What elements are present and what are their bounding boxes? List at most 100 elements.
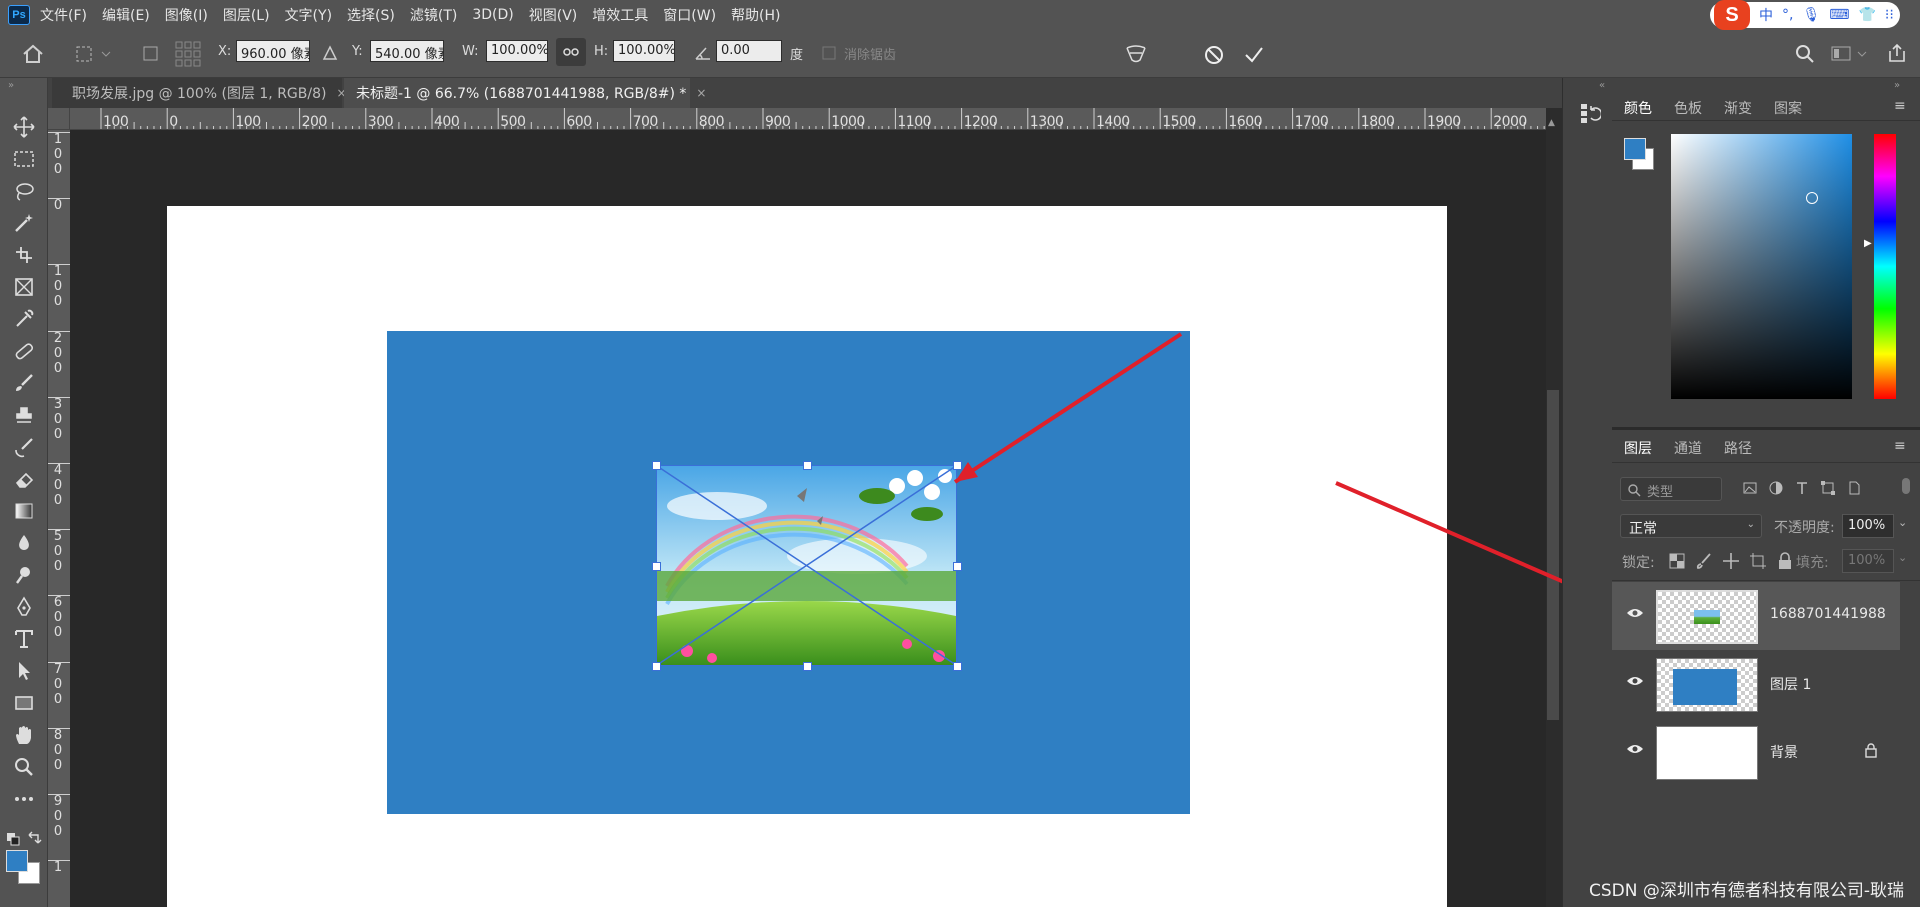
lock-position-icon[interactable] (1722, 552, 1740, 570)
share-icon[interactable] (1886, 42, 1908, 64)
lock-transparency-icon[interactable] (1668, 552, 1686, 570)
path-selection-tool-icon[interactable] (8, 656, 40, 686)
quick-selection-tool-icon[interactable] (8, 208, 40, 238)
transform-handle-top-left[interactable] (652, 461, 661, 470)
chevron-down-icon[interactable]: ⌄ (1898, 551, 1907, 564)
layer-name[interactable]: 图层 1 (1770, 674, 1811, 694)
panel-menu-icon[interactable]: ≡ (1894, 438, 1906, 454)
foreground-color-swatch[interactable] (6, 850, 28, 872)
ime-punctuation-toggle[interactable]: °, (1782, 7, 1793, 23)
lasso-tool-icon[interactable] (8, 176, 40, 206)
visibility-eye-icon[interactable] (1626, 607, 1644, 619)
filter-toggle[interactable] (1902, 478, 1910, 494)
adjustment-filter-icon[interactable] (1768, 480, 1784, 496)
tab-color[interactable]: 颜色 (1624, 98, 1652, 118)
microphone-icon[interactable]: 🎙 (1802, 7, 1820, 23)
search-icon[interactable] (1794, 43, 1816, 65)
tab-channels[interactable]: 通道 (1674, 438, 1702, 458)
y-position-field[interactable]: 540.00 像素 (370, 40, 444, 62)
lock-all-icon[interactable] (1776, 552, 1794, 570)
commit-transform-icon[interactable] (1242, 43, 1266, 67)
menu-edit[interactable]: 编辑(E) (102, 5, 150, 25)
healing-brush-tool-icon[interactable] (8, 336, 40, 366)
width-field[interactable]: 100.00% (486, 40, 548, 62)
history-brush-tool-icon[interactable] (8, 432, 40, 462)
reference-point-grid-icon[interactable] (174, 40, 202, 68)
rectangle-tool-icon[interactable] (8, 688, 40, 718)
panel-menu-icon[interactable]: ≡ (1894, 98, 1906, 114)
tab-document-2[interactable]: 未标题-1 @ 66.7% (1688701441988, RGB/8#) * × (344, 78, 706, 108)
cancel-transform-icon[interactable] (1202, 43, 1226, 67)
angle-field[interactable]: 0.00 (716, 40, 782, 62)
pen-tool-icon[interactable] (8, 592, 40, 622)
tab-paths[interactable]: 路径 (1724, 438, 1752, 458)
fill-field[interactable]: 100% (1842, 549, 1894, 573)
layer-filter-search[interactable]: 类型 (1620, 477, 1722, 501)
vertical-ruler[interactable]: 100 0 100 200 300 400 500 600 700 800 900 1 (48, 130, 70, 907)
more-tools-icon[interactable] (8, 784, 40, 814)
workspace-icon[interactable] (1830, 44, 1870, 64)
transform-handle-middle-right[interactable] (953, 561, 962, 571)
visibility-eye-icon[interactable] (1626, 743, 1644, 755)
hand-tool-icon[interactable] (8, 720, 40, 750)
ime-menu-icon[interactable]: ⁝⁝ (1885, 7, 1894, 23)
type-tool-icon[interactable] (8, 624, 40, 654)
menu-3d[interactable]: 3D(D) (472, 7, 513, 23)
type-filter-icon[interactable] (1794, 480, 1810, 496)
keyboard-icon[interactable]: ⌨ (1829, 7, 1849, 23)
smart-object-filter-icon[interactable] (1846, 480, 1862, 496)
hue-slider-handle[interactable]: ▶ (1864, 238, 1872, 249)
menu-view[interactable]: 视图(V) (529, 5, 578, 25)
horizontal-ruler[interactable]: 100 0 100 200 300 400 500 600 700 800 900 1000 1100 1… (48, 108, 1562, 130)
tab-swatches[interactable]: 色板 (1674, 98, 1702, 118)
scroll-up-icon[interactable]: ▲ (1548, 118, 1555, 128)
menu-window[interactable]: 窗口(W) (663, 5, 716, 25)
menu-type[interactable]: 文字(Y) (285, 5, 332, 25)
menu-file[interactable]: 文件(F) (40, 5, 87, 25)
tab-layers[interactable]: 图层 (1624, 438, 1652, 458)
chevron-down-icon[interactable]: ⌄ (1898, 516, 1907, 529)
shape-filter-icon[interactable] (1820, 480, 1836, 496)
blend-mode-select[interactable]: 正常 ⌄ (1620, 514, 1762, 538)
brush-tool-icon[interactable] (8, 368, 40, 398)
collapse-arrows-icon[interactable]: » (1894, 80, 1900, 91)
transform-handle-top-right[interactable] (953, 461, 962, 470)
crop-tool-icon[interactable] (8, 240, 40, 270)
eyedropper-tool-icon[interactable] (8, 304, 40, 334)
lock-artboard-icon[interactable] (1749, 552, 1767, 570)
warp-mode-icon[interactable] (1124, 42, 1148, 66)
blur-tool-icon[interactable] (8, 528, 40, 558)
pixel-filter-icon[interactable] (1742, 480, 1758, 496)
menu-filter[interactable]: 滤镜(T) (410, 5, 457, 25)
transform-handle-bottom-right[interactable] (953, 662, 962, 671)
skin-icon[interactable]: 👕 (1858, 7, 1875, 23)
layer-name[interactable]: 1688701441988 (1770, 606, 1886, 622)
transform-handle-bottom-left[interactable] (652, 662, 661, 671)
gradient-tool-icon[interactable] (8, 496, 40, 526)
ime-chinese-toggle[interactable]: 中 (1759, 5, 1773, 25)
frame-tool-icon[interactable] (8, 272, 40, 302)
tab-patterns[interactable]: 图案 (1774, 98, 1802, 118)
tab-document-1[interactable]: 职场发展.jpg @ 100% (图层 1, RGB/8) × (52, 78, 347, 108)
transform-reference-icon[interactable] (74, 44, 114, 64)
close-icon[interactable]: × (696, 86, 706, 100)
opacity-field[interactable]: 100% (1842, 514, 1894, 538)
collapse-arrows-icon[interactable]: » (8, 80, 14, 91)
home-icon[interactable] (22, 44, 44, 64)
color-picker-field[interactable] (1671, 134, 1852, 399)
swap-colors-icon[interactable] (26, 830, 42, 846)
layer-name[interactable]: 背景 (1770, 742, 1798, 762)
clone-stamp-tool-icon[interactable] (8, 400, 40, 430)
menu-layer[interactable]: 图层(L) (223, 5, 270, 25)
antialias-checkbox[interactable] (822, 46, 836, 60)
transform-handle-bottom-center[interactable] (802, 662, 812, 671)
hue-slider[interactable] (1874, 134, 1896, 399)
lock-pixels-icon[interactable] (1695, 552, 1713, 570)
height-field[interactable]: 100.00% (613, 40, 675, 62)
layer-row-background[interactable]: 背景 (1612, 718, 1900, 786)
reference-point-checkbox[interactable] (142, 45, 160, 63)
visibility-eye-icon[interactable] (1626, 675, 1644, 687)
transform-bounding-box[interactable] (656, 465, 957, 666)
menu-help[interactable]: 帮助(H) (731, 5, 780, 25)
menu-select[interactable]: 选择(S) (347, 5, 395, 25)
